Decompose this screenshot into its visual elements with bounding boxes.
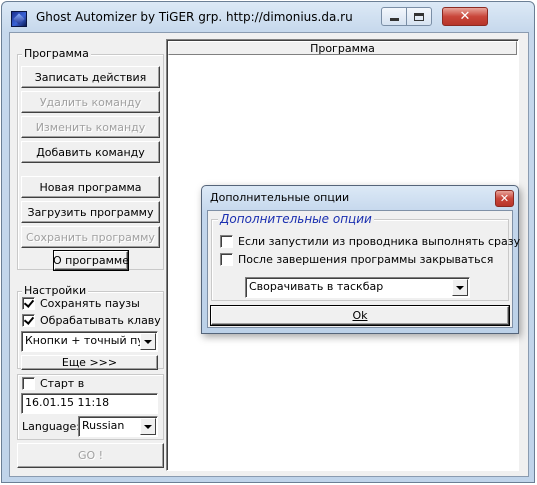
app-icon[interactable] — [11, 11, 27, 27]
chevron-down-icon[interactable] — [140, 418, 156, 435]
save-program-button[interactable]: Сохранить программу — [21, 226, 160, 248]
program-list-header[interactable]: Программа — [168, 41, 517, 55]
save-pauses-checkbox[interactable] — [22, 297, 35, 310]
delete-command-button[interactable]: Удалить команду — [21, 91, 160, 113]
mode-dropdown-value: Кнопки + точный путь — [25, 334, 157, 347]
window-title: Ghost Automizer by TiGER grp. http://dim… — [36, 10, 353, 24]
dialog-client-area: Дополнительные опции Если запустили из п… — [207, 210, 520, 328]
minimize-dropdown[interactable]: Сворачивать в таскбар — [245, 277, 470, 298]
process-keys-checkbox[interactable] — [22, 314, 35, 327]
maximize-button[interactable] — [406, 7, 432, 26]
go-button[interactable]: GO ! — [17, 443, 164, 468]
minimize-dropdown-value: Сворачивать в таскбар — [249, 280, 384, 293]
more-options-button[interactable]: Еще >>> — [21, 355, 158, 370]
dialog-title: Дополнительные опции — [210, 191, 350, 204]
new-program-button[interactable]: Новая программа — [21, 176, 160, 198]
start-at-option[interactable]: Старт в — [22, 377, 84, 390]
minimize-icon — [389, 18, 399, 21]
add-command-button[interactable]: Добавить команду — [21, 141, 160, 163]
minimize-button[interactable] — [381, 7, 407, 26]
edit-command-button[interactable]: Изменить команду — [21, 116, 160, 138]
close-after-finish-label: После завершения программы закрываться — [238, 253, 494, 266]
record-actions-button[interactable]: Записать действия — [21, 66, 160, 88]
options-dialog: Дополнительные опции ✕ Дополнительные оп… — [201, 185, 520, 334]
dialog-close-button[interactable]: ✕ — [495, 190, 514, 207]
language-label: Language: — [22, 420, 80, 433]
run-from-explorer-checkbox[interactable] — [220, 235, 233, 248]
chevron-down-icon[interactable] — [452, 279, 468, 296]
options-group-title: Дополнительные опции — [218, 212, 374, 226]
close-icon: ✕ — [459, 9, 471, 24]
start-at-label: Старт в — [40, 377, 85, 390]
maximize-icon — [414, 12, 424, 21]
language-dropdown-value: Russian — [82, 419, 125, 432]
settings-group-legend: Настройки — [22, 284, 89, 297]
run-from-explorer-option[interactable]: Если запустили из проводника выполнять с… — [220, 235, 520, 248]
process-keys-option[interactable]: Обрабатывать клаву — [22, 314, 161, 327]
close-after-finish-checkbox[interactable] — [220, 253, 233, 266]
language-dropdown[interactable]: Russian — [78, 416, 158, 437]
chevron-down-icon[interactable] — [140, 333, 156, 350]
mode-dropdown[interactable]: Кнопки + точный путь — [21, 331, 158, 352]
close-after-finish-option[interactable]: После завершения программы закрываться — [220, 253, 493, 266]
about-button[interactable]: О программе — [53, 250, 129, 271]
close-icon: ✕ — [499, 192, 510, 205]
ok-button[interactable]: Ok — [210, 305, 510, 326]
save-pauses-option[interactable]: Сохранять паузы — [22, 297, 140, 310]
load-program-button[interactable]: Загрузить программу — [21, 201, 160, 223]
start-datetime-field[interactable]: 16.01.15 11:18 — [21, 393, 158, 414]
close-button[interactable]: ✕ — [442, 7, 488, 26]
start-at-checkbox[interactable] — [22, 377, 35, 390]
save-pauses-label: Сохранять паузы — [40, 297, 140, 310]
program-group-legend: Программа — [22, 47, 91, 60]
title-bar[interactable]: Ghost Automizer by TiGER grp. http://dim… — [2, 2, 534, 32]
process-keys-label: Обрабатывать клаву — [40, 314, 161, 327]
run-from-explorer-label: Если запустили из проводника выполнять с… — [238, 235, 521, 248]
